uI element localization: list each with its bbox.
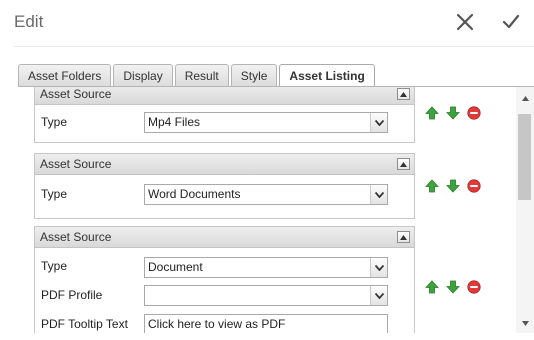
collapse-button[interactable]: [397, 158, 410, 170]
tab-style[interactable]: Style: [230, 64, 278, 87]
collapse-button[interactable]: [397, 88, 410, 100]
move-down-icon[interactable]: [446, 179, 460, 193]
scrollbar-thumb[interactable]: [518, 114, 531, 200]
select-value: Word Documents: [148, 187, 241, 201]
move-down-icon[interactable]: [446, 106, 460, 120]
type-label: Type: [41, 115, 68, 129]
chevron-down-icon: [370, 185, 387, 204]
triangle-up-icon: [400, 91, 407, 97]
pdf-profile-label: PDF Profile: [41, 288, 103, 302]
form-row: PDF Tooltip Text Click here to view as P…: [35, 307, 414, 333]
move-up-icon[interactable]: [425, 106, 439, 120]
tab-bar: Asset Folders Display Result Style Asset…: [18, 64, 375, 88]
triangle-up-icon: [400, 161, 407, 167]
vertical-scrollbar[interactable]: [516, 87, 534, 333]
type-select[interactable]: Mp4 Files: [144, 112, 388, 133]
tab-content: Asset Source Type Mp4 Files Asset Source: [18, 87, 516, 333]
panel-actions: [425, 280, 481, 294]
type-label: Type: [41, 259, 68, 273]
type-select[interactable]: Word Documents: [144, 184, 388, 205]
panel-header: Asset Source: [35, 87, 414, 105]
close-button[interactable]: [451, 8, 479, 36]
panel-actions: [425, 179, 481, 193]
panel-header: Asset Source: [35, 154, 414, 175]
tab-result[interactable]: Result: [174, 64, 229, 87]
remove-icon[interactable]: [467, 280, 481, 294]
asset-source-panel: Asset Source Type Mp4 Files: [34, 87, 415, 143]
form-row: Type Mp4 Files: [35, 105, 414, 142]
chevron-down-icon: [370, 258, 387, 277]
panel-title: Asset Source: [40, 87, 112, 101]
form-row: Type Document: [35, 248, 414, 278]
tab-display[interactable]: Display: [113, 64, 173, 87]
panel-title: Asset Source: [40, 230, 112, 244]
tab-asset-folders[interactable]: Asset Folders: [18, 64, 112, 87]
type-label: Type: [41, 187, 68, 201]
remove-icon[interactable]: [467, 106, 481, 120]
asset-source-panel: Asset Source Type Document PDF Profile P…: [34, 226, 415, 333]
collapse-button[interactable]: [397, 231, 410, 243]
close-icon: [456, 13, 474, 31]
panel-actions: [425, 106, 481, 120]
asset-source-panel: Asset Source Type Word Documents: [34, 153, 415, 219]
panel-title: Asset Source: [40, 157, 112, 171]
select-value: Mp4 Files: [148, 115, 201, 129]
remove-icon[interactable]: [467, 179, 481, 193]
move-up-icon[interactable]: [425, 280, 439, 294]
scroll-down-button[interactable]: [516, 315, 534, 331]
chevron-down-icon: [370, 286, 387, 305]
pdf-tooltip-label: PDF Tooltip Text: [41, 317, 128, 331]
select-value: Document: [148, 260, 203, 274]
tab-asset-listing[interactable]: Asset Listing: [279, 64, 375, 88]
form-row: Type Word Documents: [35, 175, 414, 218]
move-up-icon[interactable]: [425, 179, 439, 193]
triangle-up-icon: [521, 95, 529, 101]
triangle-down-icon: [521, 320, 529, 326]
move-down-icon[interactable]: [446, 280, 460, 294]
type-select[interactable]: Document: [144, 257, 388, 278]
triangle-up-icon: [400, 234, 407, 240]
chevron-down-icon: [370, 113, 387, 132]
header-divider: [14, 46, 534, 47]
scroll-up-button[interactable]: [516, 90, 534, 106]
pdf-tooltip-input[interactable]: Click here to view as PDF: [144, 314, 388, 333]
panel-header: Asset Source: [35, 227, 414, 248]
confirm-button[interactable]: [497, 8, 525, 36]
checkmark-icon: [502, 14, 520, 29]
form-row: PDF Profile: [35, 278, 414, 307]
pdf-profile-select[interactable]: [144, 285, 388, 306]
dialog-title: Edit: [14, 12, 44, 31]
